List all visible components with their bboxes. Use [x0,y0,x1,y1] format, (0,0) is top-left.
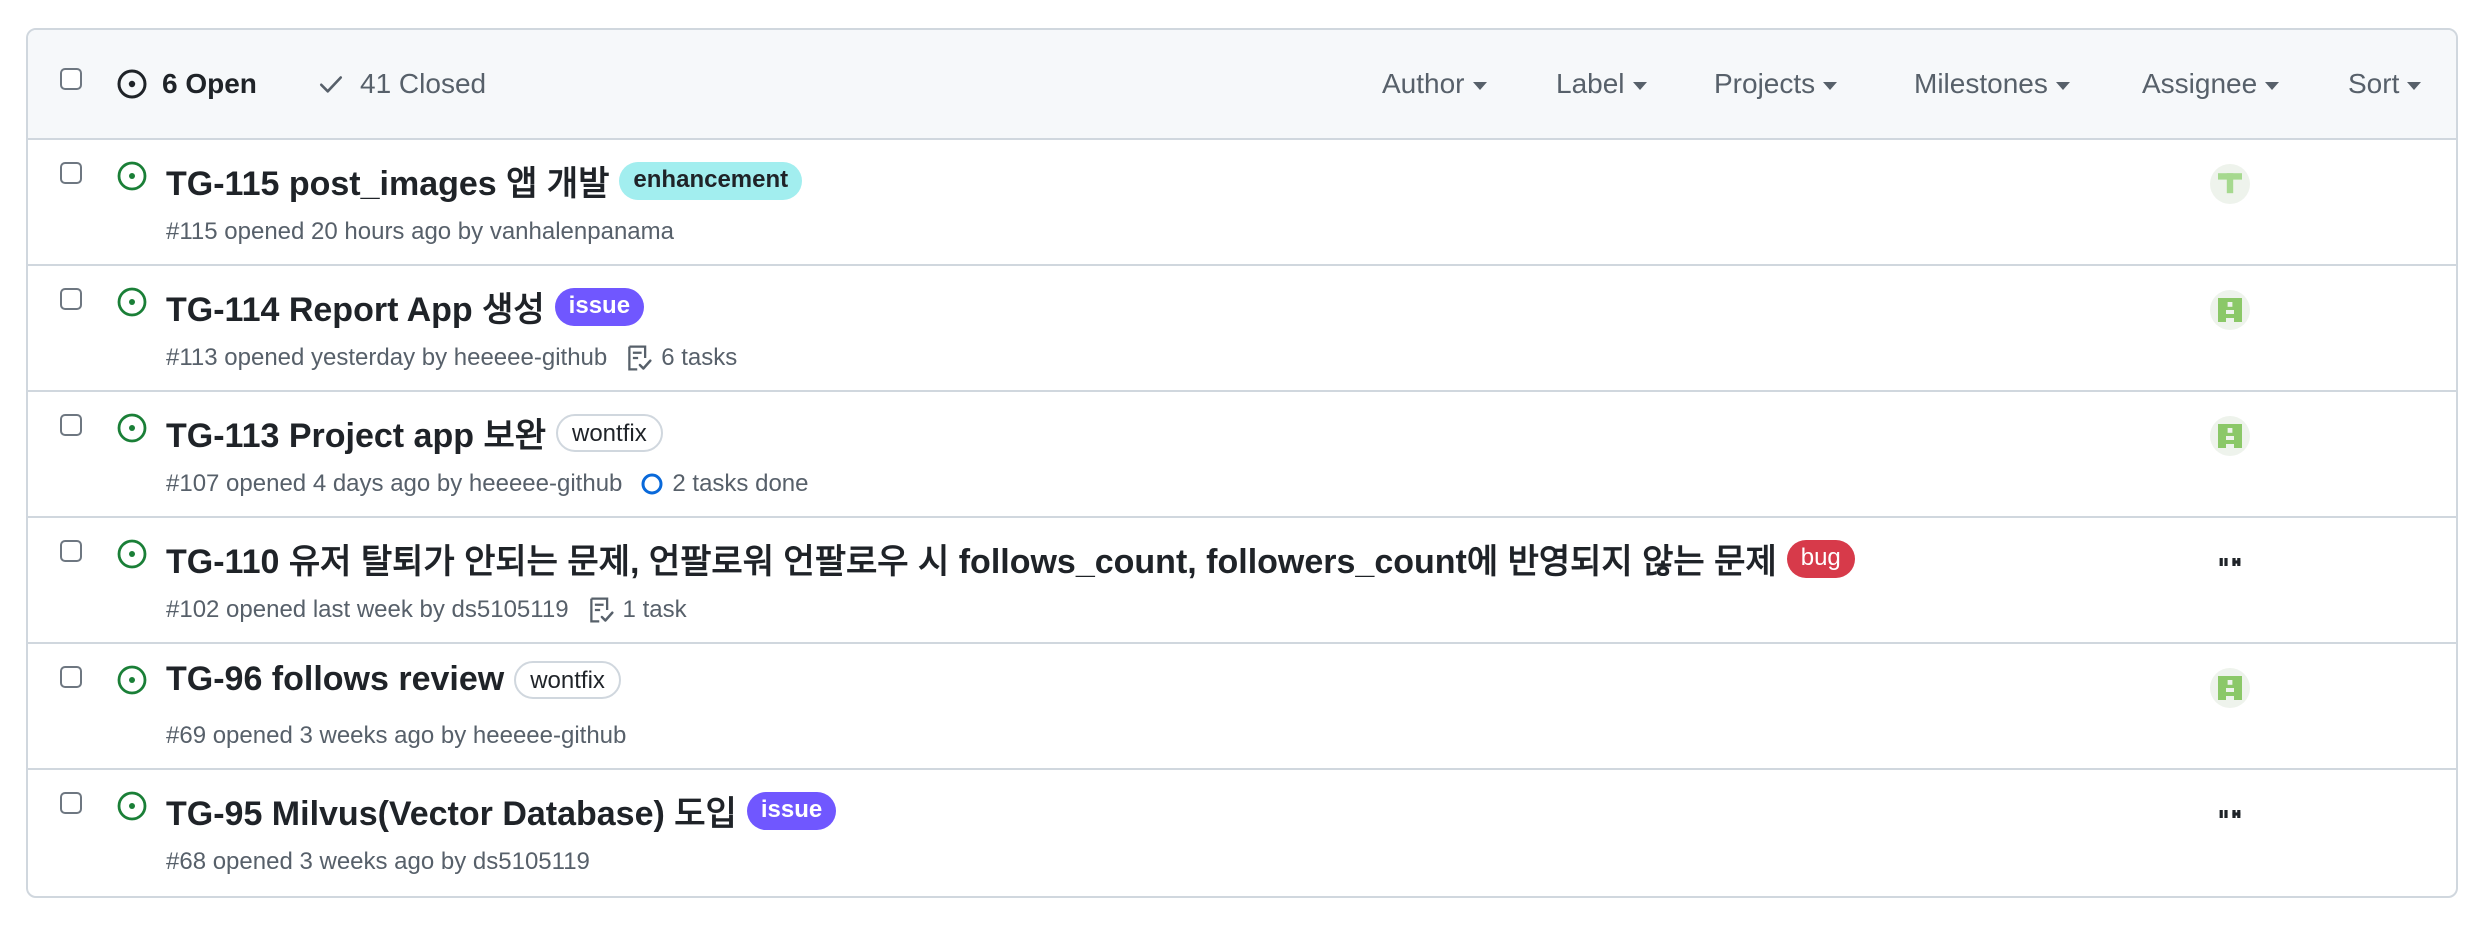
issue-title-link[interactable]: TG-115 post_images 앱 개발 [166,156,609,205]
label-issue[interactable]: issue [554,287,645,326]
closed-issues-filter[interactable]: 41 Closed [318,30,486,138]
issue-checkbox[interactable] [60,792,82,814]
label-enhancement[interactable]: enhancement [619,161,803,200]
issue-meta-text: #107 opened 4 days ago by heeeee-github [166,470,623,497]
issue-meta: #107 opened 4 days ago by heeeee-github … [166,470,808,498]
task-progress-summary[interactable]: 2 tasks done [640,470,808,498]
issue-row: TG-95 Milvus(Vector Database) 도입 issue #… [28,770,2456,896]
label-filter[interactable]: Label [1556,30,1647,138]
issue-title-link[interactable]: TG-113 Project app 보완 [166,408,546,457]
issue-title-link[interactable]: TG-95 Milvus(Vector Database) 도입 [166,786,737,835]
label-filter-label: Label [1556,68,1625,99]
select-all-checkbox[interactable] [60,68,82,90]
task-count: 1 task [622,596,687,623]
issue-open-icon [117,791,147,821]
issue-meta-text: #113 opened yesterday by heeeee-github [166,344,608,371]
issue-checkbox[interactable] [60,414,82,436]
issue-row: TG-113 Project app 보완 wontfix #107 opene… [28,392,2456,518]
assignee-avatar[interactable] [2210,668,2250,708]
label-issue[interactable]: issue [746,791,837,830]
projects-filter[interactable]: Projects [1714,30,1838,138]
issue-meta-text: #68 opened 3 weeks ago by ds5105119 [166,848,590,875]
issue-title-link[interactable]: TG-114 Report App 생성 [166,282,545,331]
issue-meta-text: #115 opened 20 hours ago by vanhalenpana… [166,218,674,245]
issues-list-header: 6 Open 41 Closed Author Label Projects M… [28,30,2456,140]
check-icon [319,76,343,93]
assignee-avatar[interactable] [2210,416,2250,456]
sort-filter-label: Sort [2348,68,2400,99]
caret-down-icon [2055,81,2070,90]
issue-checkbox[interactable] [60,162,82,184]
caret-down-icon [1472,81,1487,90]
issue-open-icon [117,69,147,99]
author-filter-label: Author [1382,68,1465,99]
author-filter[interactable]: Author [1382,30,1487,138]
issue-meta-text: #102 opened last week by ds5105119 [166,596,569,623]
sort-filter[interactable]: Sort [2348,30,2422,138]
assignee-avatar[interactable] [2210,542,2250,582]
label-wontfix[interactable]: wontfix [514,660,621,699]
issue-meta: #68 opened 3 weeks ago by ds5105119 [166,848,590,876]
assignee-avatar[interactable] [2210,164,2250,204]
milestones-filter[interactable]: Milestones [1914,30,2070,138]
issue-open-icon [117,161,147,191]
issue-checkbox[interactable] [60,540,82,562]
task-list-summary[interactable]: 1 task [587,596,687,624]
caret-down-icon [2265,81,2280,90]
issue-row: TG-114 Report App 생성 issue #113 opened y… [28,266,2456,392]
issue-meta: #102 opened last week by ds5105119 1 tas… [166,596,687,624]
task-count: 6 tasks [661,344,738,371]
issue-open-icon [117,413,147,443]
issue-open-icon [117,665,147,695]
issue-open-icon [117,539,147,569]
issue-checkbox[interactable] [60,666,82,688]
issue-title-link[interactable]: TG-110 유저 탈퇴가 안되는 문제, 언팔로워 언팔로우 시 follow… [166,534,1777,583]
checklist-icon [628,345,652,371]
caret-down-icon [1823,81,1838,90]
task-count: 2 tasks done [672,470,809,497]
assignee-filter-label: Assignee [2142,68,2258,99]
assignee-avatar[interactable] [2210,794,2250,834]
issue-row: TG-115 post_images 앱 개발 enhancement #115… [28,140,2456,266]
closed-count-label: 41 Closed [360,68,487,99]
task-list-summary[interactable]: 6 tasks [625,344,737,372]
issue-meta: #113 opened yesterday by heeeee-github 6… [166,344,737,372]
issue-meta-text: #69 opened 3 weeks ago by heeeee-github [166,722,627,749]
issue-row: TG-110 유저 탈퇴가 안되는 문제, 언팔로워 언팔로우 시 follow… [28,518,2456,644]
issue-checkbox[interactable] [60,288,82,310]
label-wontfix[interactable]: wontfix [556,413,663,452]
label-bug[interactable]: bug [1786,539,1855,578]
open-count-label: 6 Open [162,68,257,99]
open-issues-filter[interactable]: 6 Open [116,30,257,138]
issue-open-icon [117,287,147,317]
projects-filter-label: Projects [1714,68,1816,99]
issue-meta: #69 opened 3 weeks ago by heeeee-github [166,722,626,750]
milestones-filter-label: Milestones [1914,68,2048,99]
issue-row: TG-96 follows review wontfix #69 opened … [28,644,2456,770]
checklist-icon [589,597,614,623]
issue-meta: #115 opened 20 hours ago by vanhalenpana… [166,218,674,246]
caret-down-icon [2407,81,2422,90]
assignee-filter[interactable]: Assignee [2142,30,2280,138]
issues-list: 6 Open 41 Closed Author Label Projects M… [26,28,2458,898]
assignee-avatar[interactable] [2210,290,2250,330]
caret-down-icon [1632,81,1647,90]
progress-circle-icon [641,473,663,495]
issue-title-link[interactable]: TG-96 follows review [166,660,504,699]
